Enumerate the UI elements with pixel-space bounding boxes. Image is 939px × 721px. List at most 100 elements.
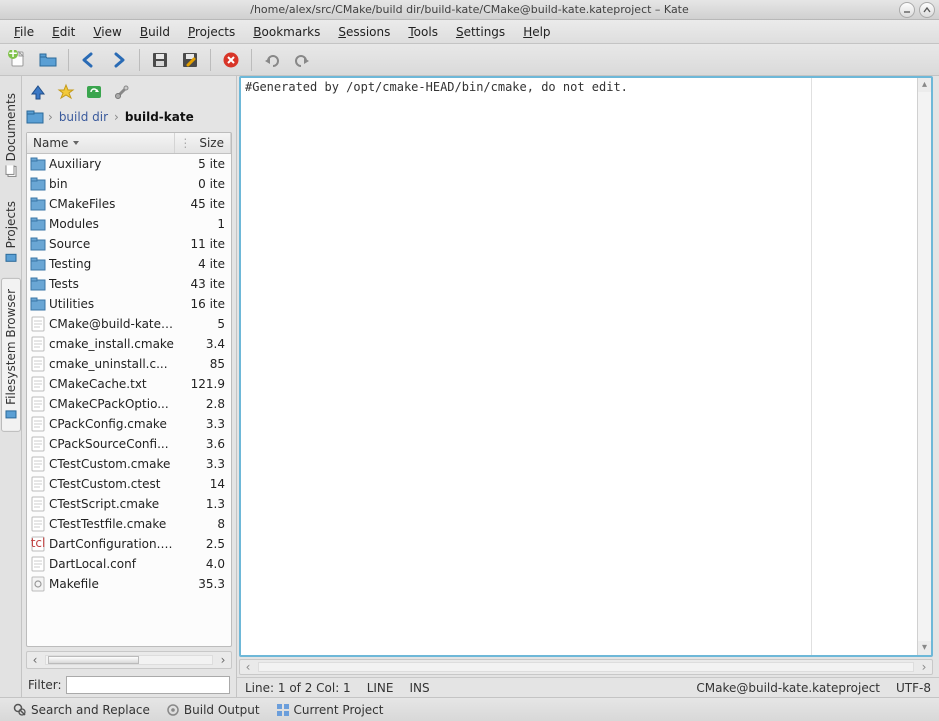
file-icon: [29, 576, 47, 592]
editor-horizontal-scrollbar[interactable]: ‹ ›: [239, 659, 933, 675]
editor-content[interactable]: #Generated by /opt/cmake-HEAD/bin/cmake,…: [241, 78, 917, 655]
search-replace-button[interactable]: Search and Replace: [6, 700, 157, 720]
file-row[interactable]: Auxiliary5 ite: [27, 154, 231, 174]
sidetab-documents[interactable]: Documents: [1, 82, 21, 188]
file-size: 0 ite: [175, 177, 229, 191]
file-size: 1.3: [175, 497, 229, 511]
scroll-left-icon[interactable]: ‹: [27, 653, 43, 667]
file-size: 14: [175, 477, 229, 491]
file-row[interactable]: cmake_install.cmake3.4: [27, 334, 231, 354]
scroll-right-icon[interactable]: ›: [916, 660, 932, 674]
save-as-button[interactable]: [176, 47, 204, 73]
menu-projects[interactable]: Projects: [180, 23, 243, 41]
file-row[interactable]: Testing4 ite: [27, 254, 231, 274]
close-button[interactable]: [217, 47, 245, 73]
editor-statusbar: Line: 1 of 2 Col: 1 LINE INS CMake@build…: [237, 677, 939, 697]
file-row[interactable]: CMakeCPackOptio...2.8: [27, 394, 231, 414]
window-titlebar: /home/alex/src/CMake/build dir/build-kat…: [0, 0, 939, 20]
file-icon: [29, 436, 47, 452]
file-row[interactable]: CMake@build-kate....5: [27, 314, 231, 334]
fs-sync-button[interactable]: [82, 81, 106, 103]
breadcrumb-item[interactable]: build-kate: [123, 110, 196, 124]
file-row[interactable]: CTestCustom.cmake3.3: [27, 454, 231, 474]
file-name: cmake_uninstall.c...: [47, 357, 175, 371]
file-row[interactable]: cmake_uninstall.c...85: [27, 354, 231, 374]
file-icon: [29, 376, 47, 392]
file-row[interactable]: Utilities16 ite: [27, 294, 231, 314]
file-row[interactable]: Modules1: [27, 214, 231, 234]
current-project-button[interactable]: Current Project: [269, 700, 391, 720]
menu-build[interactable]: Build: [132, 23, 178, 41]
scroll-right-icon[interactable]: ›: [215, 653, 231, 667]
menu-settings[interactable]: Settings: [448, 23, 513, 41]
menu-view[interactable]: View: [85, 23, 129, 41]
file-row[interactable]: tclDartConfiguration.tcl2.5: [27, 534, 231, 554]
bottom-toolbar: Search and Replace Build Output Current …: [0, 697, 939, 721]
file-name: CTestCustom.ctest: [47, 477, 175, 491]
file-size: 16 ite: [175, 297, 229, 311]
fs-bookmark-button[interactable]: [54, 81, 78, 103]
file-list[interactable]: Auxiliary5 itebin0 iteCMakeFiles45 iteMo…: [27, 154, 231, 646]
back-button[interactable]: [75, 47, 103, 73]
editor-vertical-scrollbar[interactable]: ▴ ▾: [917, 78, 931, 655]
file-row[interactable]: CTestCustom.ctest14: [27, 474, 231, 494]
filelist-header: Name ⋮Size: [27, 133, 231, 154]
sidetab-projects[interactable]: Projects: [1, 190, 21, 275]
file-row[interactable]: CPackConfig.cmake3.3: [27, 414, 231, 434]
fs-options-button[interactable]: [110, 81, 134, 103]
file-row[interactable]: Tests43 ite: [27, 274, 231, 294]
file-icon: [29, 496, 47, 512]
file-size: 35.3: [175, 577, 229, 591]
breadcrumb-item[interactable]: build dir: [57, 110, 110, 124]
file-icon: [29, 316, 47, 332]
undo-button[interactable]: [258, 47, 286, 73]
file-row[interactable]: CMakeFiles45 ite: [27, 194, 231, 214]
editor[interactable]: #Generated by /opt/cmake-HEAD/bin/cmake,…: [239, 76, 933, 657]
open-file-button[interactable]: [34, 47, 62, 73]
menu-help[interactable]: Help: [515, 23, 558, 41]
fs-horizontal-scrollbar[interactable]: ‹ ›: [26, 651, 232, 669]
save-button[interactable]: [146, 47, 174, 73]
scroll-up-icon[interactable]: ▴: [918, 78, 931, 92]
file-name: Auxiliary: [47, 157, 175, 171]
file-row[interactable]: DartLocal.conf4.0: [27, 554, 231, 574]
redo-button[interactable]: [288, 47, 316, 73]
menu-sessions[interactable]: Sessions: [330, 23, 398, 41]
file-size: 1: [175, 217, 229, 231]
file-name: CMakeFiles: [47, 197, 175, 211]
menu-bookmarks[interactable]: Bookmarks: [245, 23, 328, 41]
fs-up-button[interactable]: [26, 81, 50, 103]
file-row[interactable]: CTestTestfile.cmake8: [27, 514, 231, 534]
file-name: CMakeCPackOptio...: [47, 397, 175, 411]
file-name: Source: [47, 237, 175, 251]
file-name: bin: [47, 177, 175, 191]
filter-input[interactable]: [66, 676, 230, 694]
minimize-button[interactable]: [899, 2, 915, 18]
header-name[interactable]: Name: [27, 133, 175, 153]
file-name: CPackConfig.cmake: [47, 417, 175, 431]
menu-file[interactable]: File: [6, 23, 42, 41]
menu-tools[interactable]: Tools: [400, 23, 446, 41]
maximize-button[interactable]: [919, 2, 935, 18]
file-icon: [29, 516, 47, 532]
file-name: Testing: [47, 257, 175, 271]
file-row[interactable]: CTestScript.cmake1.3: [27, 494, 231, 514]
sidetab-filesystem-browser[interactable]: Filesystem Browser: [1, 278, 21, 432]
file-row[interactable]: bin0 ite: [27, 174, 231, 194]
fs-breadcrumb[interactable]: › build dir › build-kate: [22, 106, 236, 128]
file-row[interactable]: Source11 ite: [27, 234, 231, 254]
file-row[interactable]: Makefile35.3: [27, 574, 231, 594]
menu-edit[interactable]: Edit: [44, 23, 83, 41]
file-name: CMake@build-kate....: [47, 317, 175, 331]
file-row[interactable]: CMakeCache.txt121.9: [27, 374, 231, 394]
file-name: CTestTestfile.cmake: [47, 517, 175, 531]
scroll-down-icon[interactable]: ▾: [918, 641, 931, 655]
header-size[interactable]: ⋮Size: [175, 133, 231, 153]
file-size: 3.3: [175, 417, 229, 431]
filter-row: Filter:: [22, 673, 236, 697]
build-output-button[interactable]: Build Output: [159, 700, 267, 720]
file-row[interactable]: CPackSourceConfi...3.6: [27, 434, 231, 454]
forward-button[interactable]: [105, 47, 133, 73]
scroll-left-icon[interactable]: ‹: [240, 660, 256, 674]
new-file-button[interactable]: +: [4, 47, 32, 73]
